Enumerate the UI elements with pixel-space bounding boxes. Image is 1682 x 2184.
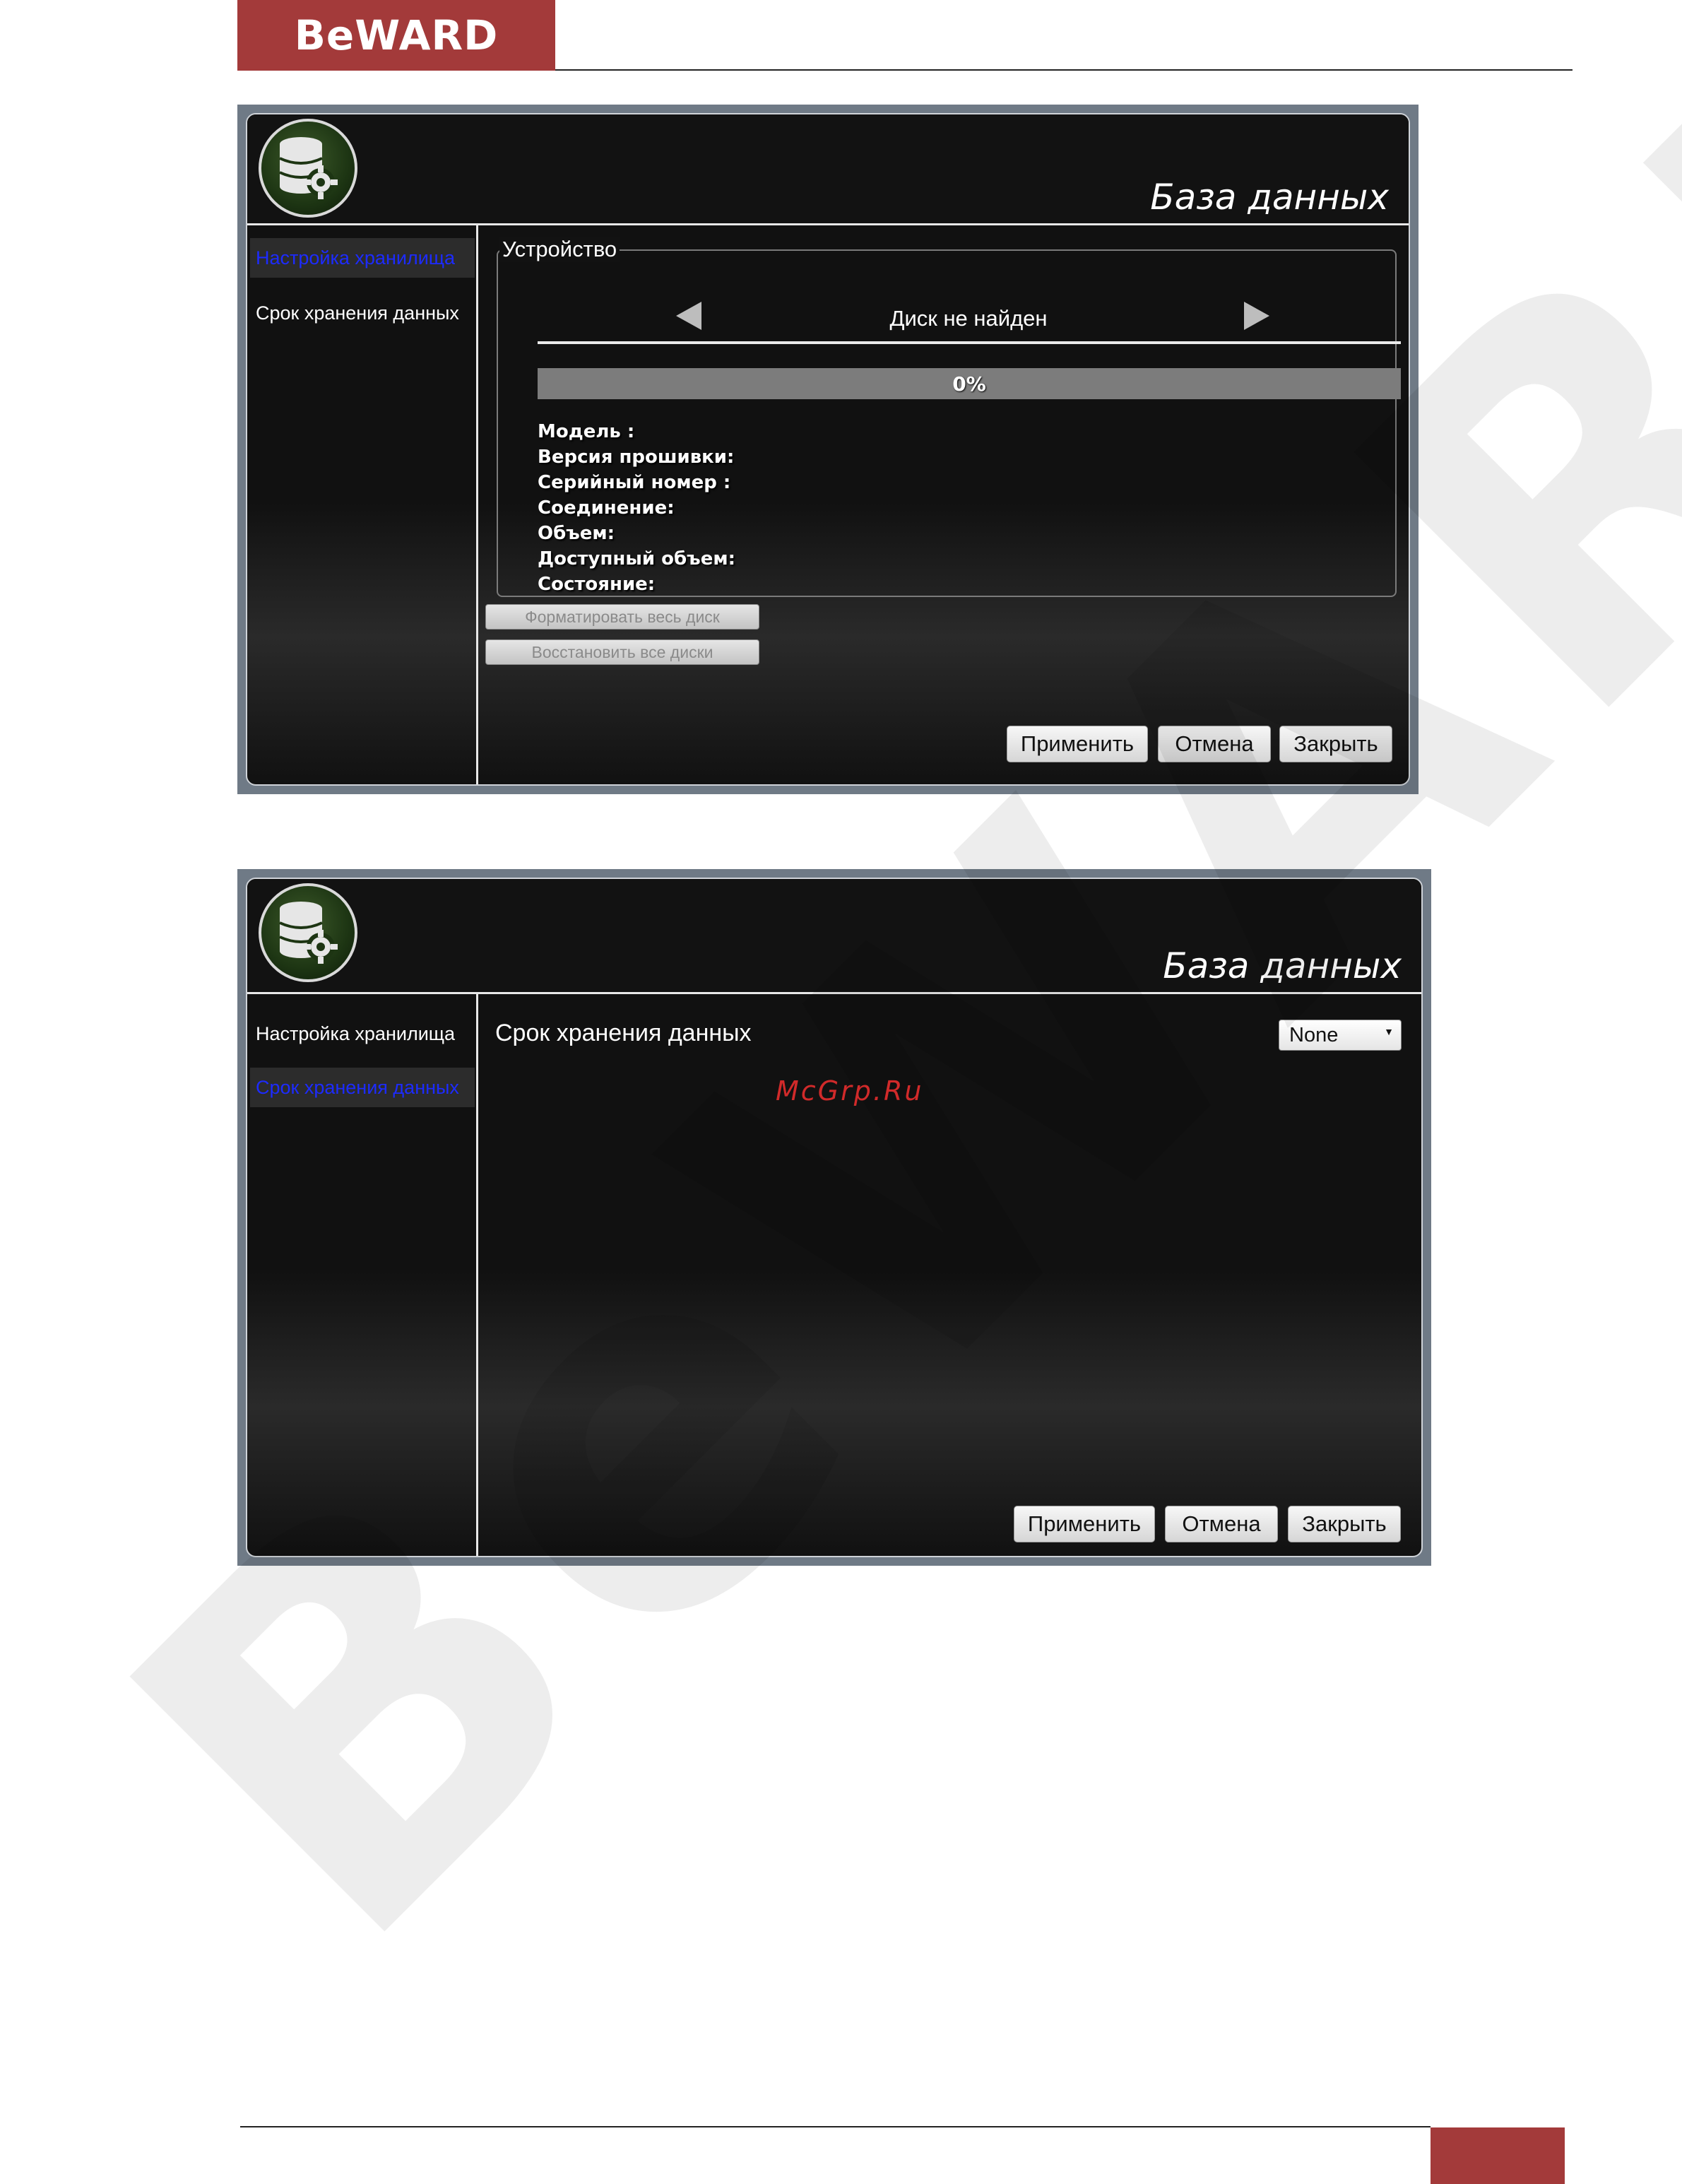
retention-period-select[interactable]: None ▼ xyxy=(1279,1020,1402,1051)
next-disk-arrow-icon[interactable] xyxy=(1244,302,1269,330)
apply-button[interactable]: Применить xyxy=(1007,726,1148,762)
device-fieldset: Диск не найден 0% Модель : Версия прошив… xyxy=(497,249,1401,597)
apply-button[interactable]: Применить xyxy=(1014,1506,1155,1542)
window-title: База данных xyxy=(1150,177,1389,218)
close-button[interactable]: Закрыть xyxy=(1288,1506,1401,1542)
disk-status-label: Диск не найден xyxy=(889,306,1048,331)
footer-rule xyxy=(240,2126,1431,2127)
window-header: База данных xyxy=(247,879,1421,994)
storage-settings-panel: Диск не найден 0% Модель : Версия прошив… xyxy=(478,225,1409,784)
site-watermark-text: McGrp.Ru xyxy=(776,1075,924,1106)
close-button[interactable]: Закрыть xyxy=(1279,726,1392,762)
info-firmware: Версия прошивки: xyxy=(538,447,735,468)
device-legend: Устройство xyxy=(499,237,620,262)
sidebar: Настройка хранилища Срок хранения данных xyxy=(247,994,478,1556)
info-connection: Соединение: xyxy=(538,497,675,519)
window-title: База данных xyxy=(1163,945,1402,986)
info-model: Модель : xyxy=(538,421,635,442)
disk-info-list: Модель : Версия прошивки: Серийный номер… xyxy=(538,419,735,597)
database-window-retention: База данных Настройка хранилища Срок хра… xyxy=(237,869,1431,1566)
window-header: База данных xyxy=(247,114,1409,225)
beward-logo: BeWARD xyxy=(237,0,555,71)
info-serial: Серийный номер : xyxy=(538,472,731,493)
header-rule xyxy=(555,69,1573,71)
database-gear-icon xyxy=(259,883,357,982)
disk-divider xyxy=(538,341,1401,344)
cancel-button[interactable]: Отмена xyxy=(1158,726,1271,762)
sidebar-item-data-retention[interactable]: Срок хранения данных xyxy=(250,1068,475,1107)
data-retention-panel: Срок хранения данных None ▼ Применить От… xyxy=(478,994,1421,1556)
sidebar: Настройка хранилища Срок хранения данных xyxy=(247,225,478,784)
format-disk-button[interactable]: Форматировать весь диск xyxy=(485,604,759,630)
footer-brand-box xyxy=(1431,2127,1565,2184)
info-available: Доступный объем: xyxy=(538,548,735,569)
progress-percent-label: 0% xyxy=(952,372,986,396)
retention-selected-value: None xyxy=(1289,1023,1339,1046)
retention-label: Срок хранения данных xyxy=(495,1020,752,1046)
sidebar-item-storage-settings[interactable]: Настройка хранилища xyxy=(250,1014,475,1053)
disk-usage-progress-bar: 0% xyxy=(538,368,1401,399)
info-state: Состояние: xyxy=(538,574,656,595)
window-body: База данных Настройка хранилища Срок хра… xyxy=(246,113,1410,786)
window-body: База данных Настройка хранилища Срок хра… xyxy=(246,878,1423,1557)
info-capacity: Объем: xyxy=(538,523,615,544)
cancel-button[interactable]: Отмена xyxy=(1165,1506,1278,1542)
restore-disks-button[interactable]: Восстановить все диски xyxy=(485,639,759,665)
chevron-down-icon: ▼ xyxy=(1384,1026,1394,1037)
database-gear-icon xyxy=(259,119,357,218)
sidebar-item-data-retention[interactable]: Срок хранения данных xyxy=(250,293,475,333)
database-window-storage: База данных Настройка хранилища Срок хра… xyxy=(237,105,1419,794)
sidebar-item-storage-settings[interactable]: Настройка хранилища xyxy=(250,238,475,278)
